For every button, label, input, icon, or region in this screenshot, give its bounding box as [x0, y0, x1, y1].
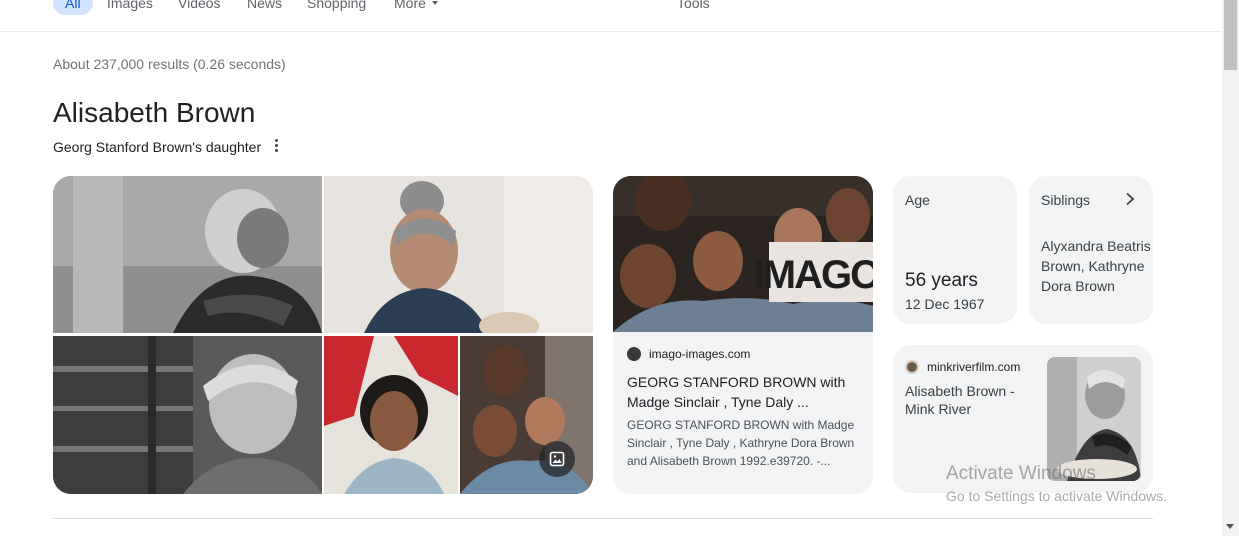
- imago-result-card[interactable]: IMAGO. imago-images.com GEORG STANFORD B…: [613, 176, 873, 494]
- mink-site-row[interactable]: minkriverfilm.com: [905, 360, 1020, 374]
- entity-subtitle: Georg Stanford Brown's daughter: [53, 139, 262, 155]
- photo-tile-4[interactable]: [324, 336, 458, 494]
- tab-news[interactable]: News: [247, 0, 282, 15]
- imago-watermark-logo: IMAGO.: [754, 253, 873, 297]
- entity-title: Alisabeth Brown: [53, 97, 256, 128]
- scrollbar-thumb[interactable]: [1224, 0, 1237, 70]
- mink-favicon-icon: [905, 360, 919, 374]
- age-value: 56 years: [905, 270, 978, 291]
- activate-windows-subtitle: Go to Settings to activate Windows.: [946, 488, 1167, 504]
- result-stats: About 237,000 results (0.26 seconds): [53, 56, 286, 72]
- age-label: Age: [905, 192, 930, 208]
- tab-videos[interactable]: Videos: [178, 0, 221, 15]
- mink-site-name: minkriverfilm.com: [927, 360, 1021, 374]
- photo-tile-1[interactable]: [53, 176, 322, 333]
- photo-tile-3[interactable]: [53, 336, 322, 494]
- search-tabs-bar: All Images Videos News Shopping More Too…: [0, 0, 1222, 32]
- age-fact-card[interactable]: Age 56 years 12 Dec 1967: [893, 176, 1017, 324]
- birth-date: 12 Dec 1967: [905, 296, 985, 312]
- siblings-label: Siblings: [1041, 192, 1091, 208]
- imago-result-snippet: GEORG STANFORD BROWN with Madge Sinclair…: [627, 418, 855, 468]
- imago-site-name: imago-images.com: [649, 347, 751, 361]
- tab-more-label: More: [394, 0, 426, 11]
- tab-shopping[interactable]: Shopping: [307, 0, 366, 15]
- tools-button[interactable]: Tools: [677, 0, 710, 15]
- mink-result-title[interactable]: Alisabeth Brown - Mink River: [905, 382, 1045, 418]
- imago-site-row[interactable]: imago-images.com: [627, 347, 750, 361]
- image-gallery-icon[interactable]: [539, 441, 575, 477]
- activate-windows-title: Activate Windows: [946, 463, 1096, 484]
- image-mosaic: [53, 176, 593, 494]
- imago-favicon-icon: [627, 347, 641, 361]
- siblings-names: Alyxandra Beatris Brown, Kathryne Dora B…: [1041, 238, 1151, 294]
- imago-photo[interactable]: IMAGO.: [613, 176, 873, 332]
- tab-images[interactable]: Images: [107, 0, 153, 15]
- chevron-right-icon[interactable]: [1124, 192, 1136, 206]
- photo-tile-5[interactable]: [460, 336, 593, 494]
- tab-more[interactable]: More: [394, 0, 438, 15]
- siblings-fact-card[interactable]: Siblings Alyxandra Beatris Brown, Kathry…: [1029, 176, 1153, 324]
- photo-tile-2[interactable]: [324, 176, 593, 333]
- page-scrollbar[interactable]: [1222, 0, 1239, 536]
- section-divider: [53, 518, 1153, 519]
- tab-all[interactable]: All: [53, 0, 93, 15]
- more-vert-icon[interactable]: [273, 138, 281, 154]
- chevron-down-icon: [431, 1, 438, 5]
- scroll-down-arrow-icon[interactable]: [1226, 524, 1234, 529]
- imago-result-title[interactable]: GEORG STANFORD BROWN with Madge Sinclair…: [627, 372, 859, 412]
